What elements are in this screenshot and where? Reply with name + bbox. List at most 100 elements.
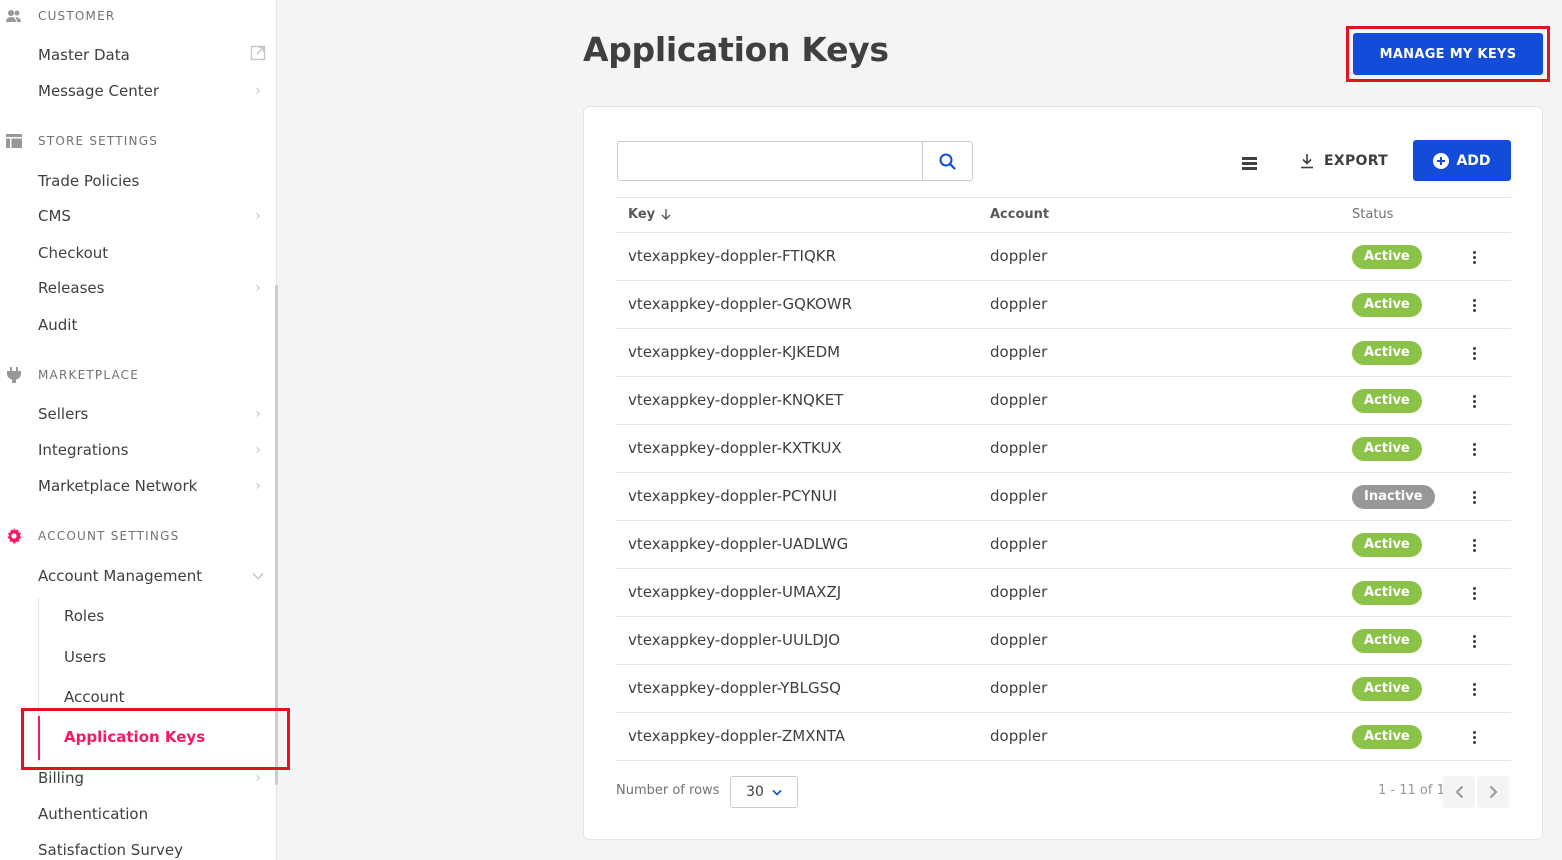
- sidebar-item-sellers[interactable]: Sellers ›: [38, 401, 268, 427]
- key-cell: vtexappkey-doppler-FTIQKR: [628, 247, 837, 265]
- search-icon: [939, 153, 956, 170]
- more-options-icon[interactable]: [1464, 247, 1484, 267]
- account-cell: doppler: [990, 391, 1048, 409]
- account-cell: doppler: [990, 727, 1048, 745]
- sidebar-item-checkout[interactable]: Checkout: [38, 240, 268, 266]
- more-options-icon[interactable]: [1464, 439, 1484, 459]
- search-input[interactable]: [617, 141, 923, 181]
- more-options-icon[interactable]: [1464, 535, 1484, 555]
- table-row[interactable]: vtexappkey-doppler-PCYNUI doppler Inactive: [616, 473, 1511, 521]
- more-options-icon[interactable]: [1464, 295, 1484, 315]
- rows-per-page-select[interactable]: 30: [730, 776, 798, 808]
- account-cell: doppler: [990, 679, 1048, 697]
- sidebar-item-users[interactable]: Users: [64, 644, 268, 670]
- key-cell: vtexappkey-doppler-KJKEDM: [628, 343, 841, 361]
- section-marketplace: MARKETPLACE: [0, 365, 139, 385]
- sidebar-item-trade-policies[interactable]: Trade Policies: [38, 168, 268, 194]
- manage-my-keys-button[interactable]: MANAGE MY KEYS: [1353, 33, 1543, 75]
- sidebar-item-integrations[interactable]: Integrations ›: [38, 437, 268, 463]
- section-title: ACCOUNT SETTINGS: [38, 529, 180, 543]
- pagination-text: 1 - 11 of 11: [1378, 783, 1454, 798]
- more-options-icon[interactable]: [1464, 631, 1484, 651]
- chevron-right-icon: ›: [255, 442, 261, 458]
- sidebar-item-audit[interactable]: Audit: [38, 312, 268, 338]
- search-button[interactable]: [922, 141, 973, 181]
- more-options-icon[interactable]: [1464, 583, 1484, 603]
- key-cell: vtexappkey-doppler-PCYNUI: [628, 487, 838, 505]
- layout-icon: [0, 134, 38, 148]
- status-badge: Active: [1352, 293, 1422, 317]
- add-button[interactable]: ADD: [1413, 140, 1511, 181]
- section-store-settings: STORE SETTINGS: [0, 131, 158, 151]
- density-toggle-button[interactable]: [1239, 153, 1259, 173]
- table-row[interactable]: vtexappkey-doppler-ZMXNTA doppler Active: [616, 713, 1511, 761]
- table-row[interactable]: vtexappkey-doppler-KJKEDM doppler Active: [616, 329, 1511, 377]
- sidebar-item-account[interactable]: Account: [64, 684, 268, 710]
- chevron-right-icon: ›: [255, 770, 261, 786]
- status-badge: Active: [1352, 533, 1422, 557]
- table-row[interactable]: vtexappkey-doppler-GQKOWR doppler Active: [616, 281, 1511, 329]
- table-row[interactable]: vtexappkey-doppler-UADLWG doppler Active: [616, 521, 1511, 569]
- section-title: STORE SETTINGS: [38, 134, 159, 148]
- gear-icon: [0, 528, 38, 544]
- chevron-right-icon: ›: [255, 406, 261, 422]
- highlight-box: MANAGE MY KEYS: [1346, 26, 1550, 82]
- account-cell: doppler: [990, 295, 1048, 313]
- keys-card: EXPORT ADD Key Account Status vtexappkey…: [583, 106, 1543, 840]
- table-row[interactable]: vtexappkey-doppler-UULDJO doppler Active: [616, 617, 1511, 665]
- account-cell: doppler: [990, 487, 1048, 505]
- account-cell: doppler: [990, 439, 1048, 457]
- sidebar-item-marketplace-network[interactable]: Marketplace Network ›: [38, 473, 268, 499]
- key-cell: vtexappkey-doppler-ZMXNTA: [628, 727, 845, 745]
- page-title: Application Keys: [583, 30, 889, 69]
- sidebar-item-master-data[interactable]: Master Data: [38, 42, 268, 68]
- chevron-right-icon: ›: [255, 208, 261, 224]
- table-header: Key Account Status: [616, 197, 1511, 233]
- more-options-icon[interactable]: [1464, 727, 1484, 747]
- sidebar-item-releases[interactable]: Releases ›: [38, 275, 268, 301]
- status-badge: Active: [1352, 437, 1422, 461]
- status-badge: Active: [1352, 581, 1422, 605]
- table-row[interactable]: vtexappkey-doppler-KNQKET doppler Active: [616, 377, 1511, 425]
- key-cell: vtexappkey-doppler-KXTKUX: [628, 439, 842, 457]
- sidebar-item-authentication[interactable]: Authentication: [38, 801, 268, 827]
- status-badge: Active: [1352, 245, 1422, 269]
- highlight-box: [21, 708, 290, 770]
- account-cell: doppler: [990, 343, 1048, 361]
- key-cell: vtexappkey-doppler-YBLGSQ: [628, 679, 841, 697]
- account-cell: doppler: [990, 583, 1048, 601]
- external-link-icon: [248, 45, 268, 65]
- table-row[interactable]: vtexappkey-doppler-FTIQKR doppler Active: [616, 233, 1511, 281]
- table-row[interactable]: vtexappkey-doppler-UMAXZJ doppler Active: [616, 569, 1511, 617]
- sidebar-item-account-management[interactable]: Account Management: [38, 563, 268, 589]
- status-badge: Active: [1352, 389, 1422, 413]
- more-options-icon[interactable]: [1464, 343, 1484, 363]
- more-options-icon[interactable]: [1464, 487, 1484, 507]
- column-header-account[interactable]: Account: [990, 207, 1049, 222]
- table-row[interactable]: vtexappkey-doppler-KXTKUX doppler Active: [616, 425, 1511, 473]
- chevron-down-icon: [248, 568, 268, 584]
- section-account-settings: ACCOUNT SETTINGS: [0, 526, 179, 546]
- table-row[interactable]: vtexappkey-doppler-YBLGSQ doppler Active: [616, 665, 1511, 713]
- next-page-button[interactable]: [1477, 776, 1509, 808]
- sidebar-item-cms[interactable]: CMS ›: [38, 203, 268, 229]
- sidebar-item-satisfaction-survey[interactable]: Satisfaction Survey: [38, 837, 268, 860]
- section-title: CUSTOMER: [38, 9, 116, 23]
- previous-page-button[interactable]: [1443, 776, 1475, 808]
- section-customer: CUSTOMER: [0, 6, 115, 26]
- sidebar-item-message-center[interactable]: Message Center ›: [38, 78, 268, 104]
- section-title: MARKETPLACE: [38, 368, 140, 382]
- key-cell: vtexappkey-doppler-UMAXZJ: [628, 583, 842, 601]
- more-options-icon[interactable]: [1464, 391, 1484, 411]
- sidebar-item-roles[interactable]: Roles: [64, 603, 268, 629]
- column-header-key[interactable]: Key: [628, 207, 671, 222]
- status-badge: Active: [1352, 629, 1422, 653]
- more-options-icon[interactable]: [1464, 679, 1484, 699]
- column-header-status: Status: [1352, 207, 1394, 222]
- chevron-down-icon: [772, 789, 782, 796]
- export-button[interactable]: EXPORT: [1300, 149, 1388, 173]
- arrow-down-icon: [661, 209, 671, 220]
- chevron-left-icon: [1455, 785, 1463, 799]
- chevron-right-icon: ›: [255, 83, 261, 99]
- density-icon: [1241, 156, 1257, 170]
